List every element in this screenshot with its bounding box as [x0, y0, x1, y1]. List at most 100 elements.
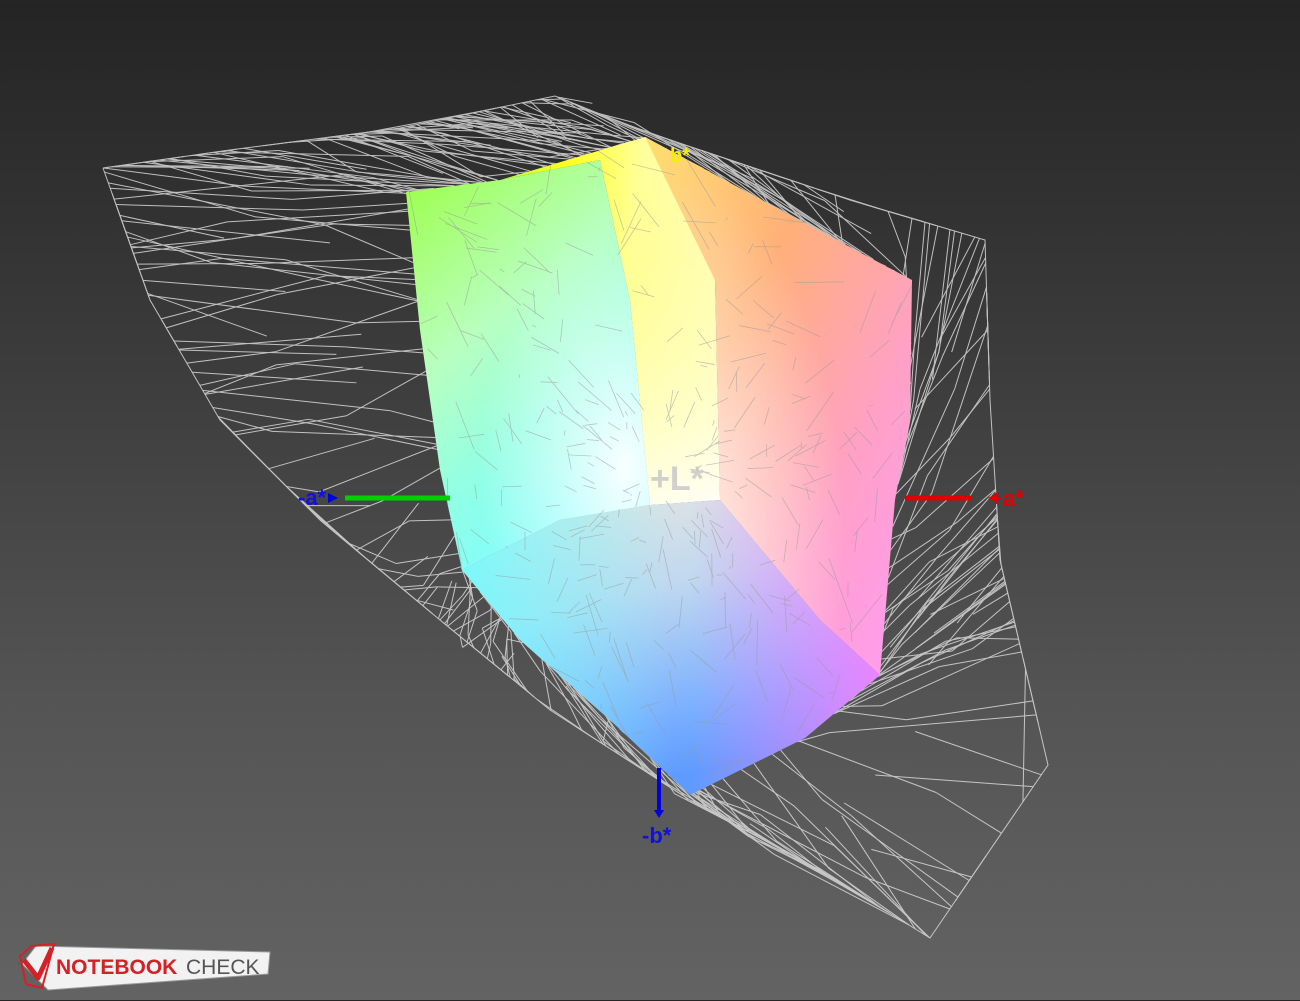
- wire-edge: [295, 364, 426, 375]
- wire-edge: [932, 326, 988, 494]
- wire-edge: [137, 263, 259, 264]
- wire-edge: [347, 543, 396, 564]
- axis-label-minus-a: -a*: [298, 485, 327, 510]
- wire-edge: [396, 554, 458, 564]
- wire-edge: [317, 279, 417, 301]
- wire-edge: [915, 731, 1041, 774]
- wire-edge: [816, 871, 889, 913]
- wire-edge: [837, 711, 906, 720]
- wire-edge: [781, 750, 822, 799]
- wire-edge: [448, 593, 489, 626]
- axis-minus-a-arrow: [328, 493, 338, 503]
- axis-label-minus-b: -b*: [642, 823, 672, 848]
- wire-edge: [269, 438, 375, 468]
- wire-edge: [972, 618, 1013, 648]
- wire-edge: [423, 536, 454, 586]
- wire-edge: [914, 224, 930, 400]
- wire-edge: [949, 456, 993, 530]
- wire-edge: [491, 605, 492, 643]
- wire-edge: [161, 276, 326, 319]
- wire-edge: [241, 441, 300, 500]
- wire-edge: [741, 770, 794, 807]
- wire-edge: [372, 503, 419, 563]
- wire-edge: [1023, 669, 1026, 802]
- wire-edge: [394, 556, 428, 581]
- wire-edge: [830, 715, 1037, 733]
- wire-edge: [950, 389, 990, 438]
- wire-edge: [103, 168, 243, 186]
- wire-edge: [334, 532, 405, 591]
- wire-edge: [955, 287, 987, 389]
- wire-edge: [148, 295, 355, 323]
- wire-edge: [143, 162, 311, 185]
- wire-edge: [325, 225, 413, 263]
- axis-label-plus-a: +a*: [990, 486, 1024, 511]
- wire-edge: [390, 411, 433, 422]
- wire-edge: [940, 258, 986, 340]
- wire-edge: [276, 301, 417, 351]
- wire-edge: [513, 678, 534, 697]
- wire-edge: [308, 419, 436, 444]
- wire-edge: [936, 793, 1001, 834]
- wire-edge: [378, 569, 417, 577]
- wire-edge: [955, 856, 986, 901]
- wire-edge: [232, 419, 308, 432]
- wire-edge: [438, 162, 498, 180]
- wire-edge: [187, 352, 276, 364]
- wire-edge: [353, 134, 439, 162]
- axis-label-plus-b: b*: [670, 145, 690, 167]
- wire-edge: [404, 587, 436, 590]
- wire-edge: [324, 501, 382, 523]
- logo-text-notebook: NOTEBOOK: [56, 956, 177, 979]
- gamut-3d-view: b* -a* +a* -b* +L*: [0, 0, 1300, 1000]
- wire-edge: [843, 706, 882, 707]
- wire-edge: [922, 237, 975, 337]
- notebookcheck-logo: NOTEBOOK CHECK: [18, 938, 273, 996]
- wire-edge: [203, 390, 390, 410]
- wire-edge: [205, 367, 363, 394]
- wire-edge: [880, 602, 927, 672]
- wire-edge: [116, 205, 303, 210]
- wire-edge: [222, 258, 414, 274]
- wire-edge: [319, 446, 436, 492]
- wire-edge: [772, 754, 851, 816]
- wire-edge: [502, 656, 521, 686]
- axis-label-plus-l: +L*: [650, 460, 705, 498]
- wire-edge: [200, 364, 295, 386]
- wire-edge: [401, 585, 424, 587]
- wire-edge: [493, 641, 528, 692]
- wire-edge: [987, 292, 989, 348]
- wire-edge: [356, 521, 409, 550]
- wire-edge: [218, 417, 272, 432]
- wire-edge: [570, 102, 650, 144]
- axis-minus-b-arrow: [654, 810, 664, 818]
- wire-edge: [882, 644, 1020, 706]
- wire-edge: [217, 152, 408, 157]
- wire-edge: [932, 230, 949, 380]
- wire-edge: [799, 741, 936, 792]
- wire-edge: [852, 816, 952, 907]
- wire-edge: [303, 203, 407, 210]
- wire-edge: [920, 238, 979, 389]
- wire-edge: [916, 458, 994, 527]
- wire-edge: [131, 246, 286, 259]
- wire-edge: [311, 185, 454, 186]
- wire-edge: [143, 280, 285, 291]
- wire-edge: [128, 237, 317, 279]
- wire-edge: [259, 258, 412, 264]
- wire-edge: [927, 385, 989, 476]
- wire-edge: [921, 622, 1014, 654]
- wire-edge: [829, 868, 910, 925]
- wire-edge: [213, 408, 315, 425]
- wire-edge: [891, 493, 932, 550]
- wire-edge: [263, 140, 306, 146]
- wire-edge: [148, 293, 267, 336]
- wire-edge: [844, 803, 969, 880]
- wire-edge: [1000, 562, 1021, 654]
- wire-edge: [108, 183, 324, 225]
- wire-edge: [347, 371, 426, 416]
- wire-edge: [842, 816, 916, 929]
- wire-edge: [356, 321, 419, 322]
- wire-edge: [162, 320, 177, 346]
- wire-edge: [817, 189, 878, 208]
